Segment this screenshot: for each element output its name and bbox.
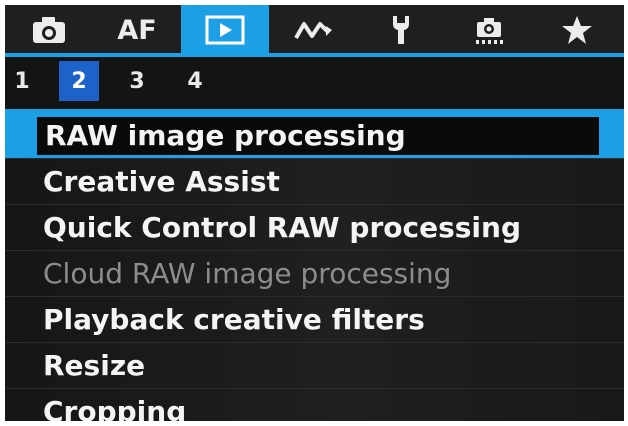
tab-custom-functions[interactable] bbox=[445, 5, 533, 55]
page-3[interactable]: 3 bbox=[117, 61, 157, 101]
menu-tab-bar: AF bbox=[5, 5, 624, 55]
menu-item-resize[interactable]: Resize bbox=[5, 343, 624, 389]
menu-item-cloud-raw-image-processing: Cloud RAW image processing bbox=[5, 251, 624, 297]
tab-af[interactable]: AF bbox=[93, 5, 181, 55]
playback-icon bbox=[205, 15, 245, 45]
menu-item-playback-creative-filters[interactable]: Playback creative filters bbox=[5, 297, 624, 343]
menu-item-raw-image-processing[interactable]: RAW image processing bbox=[5, 113, 624, 159]
menu-list: RAW image processing Creative Assist Qui… bbox=[5, 113, 624, 421]
custom-functions-icon bbox=[476, 18, 503, 44]
wireless-icon bbox=[294, 22, 332, 39]
page-2[interactable]: 2 bbox=[59, 61, 99, 101]
wrench-icon bbox=[393, 16, 409, 44]
menu-item-quick-control-raw-processing[interactable]: Quick Control RAW processing bbox=[5, 205, 624, 251]
tab-setup[interactable] bbox=[357, 5, 445, 55]
tab-shooting[interactable] bbox=[5, 5, 93, 55]
menu-item-creative-assist[interactable]: Creative Assist bbox=[5, 159, 624, 205]
star-icon bbox=[562, 16, 592, 44]
page-1[interactable]: 1 bbox=[7, 61, 37, 101]
page-4[interactable]: 4 bbox=[175, 61, 215, 101]
page-selector: 1 2 3 4 bbox=[5, 57, 624, 105]
menu-item-label: RAW image processing bbox=[37, 117, 599, 155]
camera-icon bbox=[33, 17, 65, 43]
tab-my-menu[interactable] bbox=[533, 5, 621, 55]
camera-menu-screen: AF 1 2 3 4 RAW image processing Creative… bbox=[5, 5, 624, 421]
tab-wireless[interactable] bbox=[269, 5, 357, 55]
tab-playback[interactable] bbox=[181, 5, 269, 55]
menu-item-cropping[interactable]: Cropping bbox=[5, 389, 624, 421]
